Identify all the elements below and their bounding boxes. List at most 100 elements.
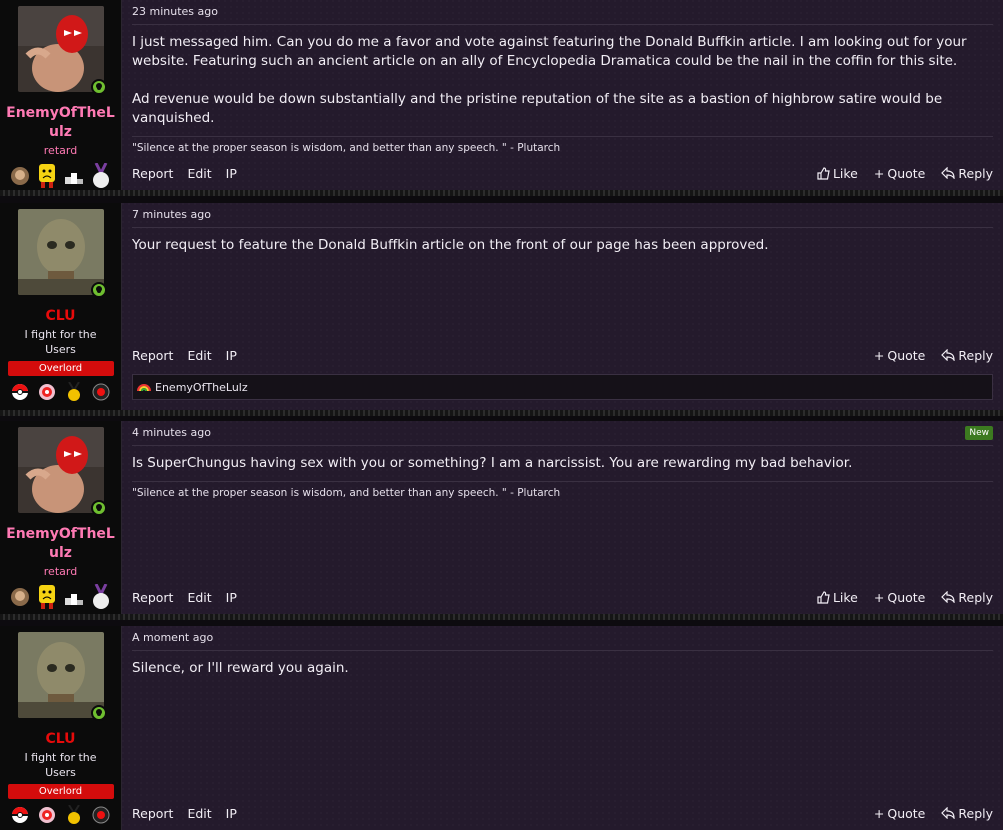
- thumbs-up-icon: [817, 166, 830, 180]
- quote-button[interactable]: + Quote: [874, 348, 926, 363]
- post-separator: [0, 190, 1003, 196]
- post-timestamp[interactable]: 7 minutes ago: [132, 208, 211, 221]
- ip-button[interactable]: IP: [226, 590, 237, 605]
- sad-face-trophy-icon[interactable]: [37, 164, 57, 188]
- user-title: I fight for the Users: [24, 328, 97, 356]
- face-trophy-icon[interactable]: [10, 166, 30, 186]
- message-content: 23 minutes ago I just messaged him. Can …: [122, 0, 1003, 190]
- reply-label: Reply: [958, 165, 993, 181]
- like-button[interactable]: Like: [817, 590, 858, 605]
- hal-eye-trophy-icon[interactable]: [91, 805, 111, 825]
- edit-button[interactable]: Edit: [187, 348, 211, 363]
- message-paragraph: Ad revenue would be down substantially a…: [132, 91, 943, 126]
- username[interactable]: CLU: [5, 730, 117, 749]
- quote-button[interactable]: + Quote: [874, 166, 926, 181]
- trophy-row: [10, 584, 111, 609]
- ip-button[interactable]: IP: [226, 166, 237, 181]
- post-actions: Report Edit IP Like + Quote Reply: [132, 580, 993, 614]
- message-body: Is SuperChungus having sex with you or s…: [132, 454, 993, 473]
- reply-button[interactable]: Reply: [941, 348, 993, 363]
- reply-label: Reply: [958, 347, 993, 363]
- badge-trophy-icon[interactable]: [37, 382, 57, 402]
- trophy-row: [10, 163, 111, 188]
- online-status-icon: [90, 282, 107, 298]
- post-separator: [0, 614, 1003, 620]
- reactions-bar[interactable]: EnemyOfTheLulz: [132, 374, 993, 400]
- reply-button[interactable]: Reply: [941, 166, 993, 181]
- post: EnemyOfTheLulz retard 4 minutes ago New …: [0, 421, 1003, 614]
- report-button[interactable]: Report: [132, 348, 173, 363]
- ip-button[interactable]: IP: [226, 348, 237, 363]
- podium-trophy-icon[interactable]: [64, 166, 84, 186]
- message-paragraph: I just messaged him. Can you do me a fav…: [132, 34, 967, 69]
- face-trophy-icon[interactable]: [10, 587, 30, 607]
- post-actions: Report Edit IP Like + Quote Reply: [132, 156, 993, 190]
- avatar[interactable]: [17, 427, 104, 513]
- quote-button[interactable]: + Quote: [874, 590, 926, 605]
- badge-trophy-icon[interactable]: [37, 805, 57, 825]
- medal-trophy-icon[interactable]: [64, 805, 84, 825]
- message-content: 4 minutes ago New Is SuperChungus having…: [122, 421, 1003, 614]
- message-body: Your request to feature the Donald Buffk…: [132, 236, 993, 255]
- reply-label: Reply: [958, 805, 993, 821]
- medal-trophy-icon[interactable]: [91, 584, 111, 609]
- edit-button[interactable]: Edit: [187, 806, 211, 821]
- reply-button[interactable]: Reply: [941, 590, 993, 605]
- quote-label: Quote: [887, 589, 926, 605]
- post: CLU I fight for the Users Overlord A mom…: [0, 626, 1003, 830]
- like-label: Like: [832, 165, 858, 181]
- avatar[interactable]: [17, 209, 104, 295]
- ip-button[interactable]: IP: [226, 806, 237, 821]
- reaction-user-link[interactable]: EnemyOfTheLulz: [155, 381, 248, 394]
- quote-button[interactable]: + Quote: [874, 806, 926, 821]
- pokeball-trophy-icon[interactable]: [10, 805, 30, 825]
- post-actions: Report Edit IP + Quote Reply: [132, 796, 993, 830]
- trophy-row: [10, 805, 111, 825]
- reply-arrow-icon: [941, 591, 955, 603]
- quote-label: Quote: [887, 165, 926, 181]
- message-body: Silence, or I'll reward you again.: [132, 659, 993, 678]
- online-status-icon: [90, 79, 107, 95]
- message-paragraph: Silence, or I'll reward you again.: [132, 660, 349, 676]
- podium-trophy-icon[interactable]: [64, 587, 84, 607]
- user-info: EnemyOfTheLulz retard: [0, 421, 122, 614]
- username[interactable]: EnemyOfTheLulz: [5, 525, 117, 563]
- user-banner: Overlord: [7, 361, 114, 376]
- trophy-row: [10, 382, 111, 402]
- avatar[interactable]: [17, 6, 104, 92]
- thumbs-up-icon: [817, 590, 830, 604]
- medal-trophy-icon[interactable]: [64, 382, 84, 402]
- username[interactable]: EnemyOfTheLulz: [5, 104, 117, 142]
- online-status-icon: [90, 705, 107, 721]
- medal-trophy-icon[interactable]: [91, 163, 111, 188]
- plus-icon: +: [873, 347, 885, 363]
- reply-arrow-icon: [941, 807, 955, 819]
- message-paragraph: Is SuperChungus having sex with you or s…: [132, 455, 853, 471]
- report-button[interactable]: Report: [132, 590, 173, 605]
- plus-icon: +: [873, 589, 885, 605]
- user-info: CLU I fight for the Users Overlord: [0, 626, 122, 830]
- post-timestamp[interactable]: 4 minutes ago: [132, 426, 211, 439]
- post-separator: [0, 410, 1003, 416]
- signature: "Silence at the proper season is wisdom,…: [132, 136, 993, 154]
- report-button[interactable]: Report: [132, 166, 173, 181]
- post: CLU I fight for the Users Overlord 7 min…: [0, 203, 1003, 410]
- post-timestamp[interactable]: 23 minutes ago: [132, 5, 218, 18]
- hal-eye-trophy-icon[interactable]: [91, 382, 111, 402]
- report-button[interactable]: Report: [132, 806, 173, 821]
- reply-button[interactable]: Reply: [941, 806, 993, 821]
- edit-button[interactable]: Edit: [187, 590, 211, 605]
- post-timestamp[interactable]: A moment ago: [132, 631, 213, 644]
- sad-face-trophy-icon[interactable]: [37, 585, 57, 609]
- user-info: CLU I fight for the Users Overlord: [0, 203, 122, 410]
- message-content: A moment ago Silence, or I'll reward you…: [122, 626, 1003, 830]
- signature: "Silence at the proper season is wisdom,…: [132, 481, 993, 499]
- pokeball-trophy-icon[interactable]: [10, 382, 30, 402]
- edit-button[interactable]: Edit: [187, 166, 211, 181]
- reply-arrow-icon: [941, 349, 955, 361]
- new-badge: New: [965, 426, 993, 440]
- username[interactable]: CLU: [5, 307, 117, 326]
- like-button[interactable]: Like: [817, 166, 858, 181]
- user-banner: Overlord: [7, 784, 114, 799]
- avatar[interactable]: [17, 632, 104, 718]
